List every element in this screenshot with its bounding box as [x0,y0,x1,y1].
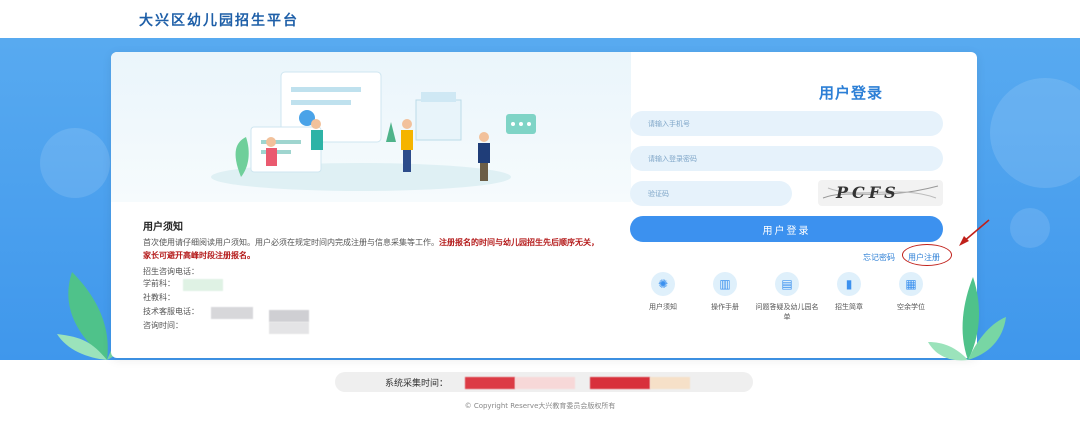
annotation-arrow-icon [959,219,990,246]
bookmark-icon: ▮ [837,272,861,296]
notice-text-normal: 首次使用请仔细阅读用户须知。用户必须在规定时间内完成注册与信息采集等工作。 [143,238,439,247]
decor-bubble [1010,208,1050,248]
contact-line: 社教科： [143,293,175,302]
notice-text: 首次使用请仔细阅读用户须知。用户必须在规定时间内完成注册与信息采集等工作。注册报… [143,236,601,262]
redacted-block [515,377,575,389]
collect-time-label: 系统采集时间： [385,379,449,389]
quick-link-brochure[interactable]: ▮ 招生简章 [817,272,881,312]
redacted-block [183,279,223,291]
forgot-password-link[interactable]: 忘记密码 [863,252,895,263]
quick-link-label: 招生简章 [835,303,863,311]
quick-link-faq[interactable]: ▤ 问题答疑及幼儿园名单 [755,272,819,322]
hero-illustration [111,52,631,202]
quick-link-manual[interactable]: ▥ 操作手册 [693,272,757,312]
document-icon: ▤ [775,272,799,296]
people-illustration [211,71,536,191]
contact-line: 咨询时间： [143,321,183,330]
password-input[interactable] [630,146,943,171]
redacted-block [650,377,690,389]
top-bar: 大兴区幼儿园招生平台 [0,0,1080,38]
contact-heading: 招生咨询电话： [143,267,199,276]
decor-bubble [990,78,1080,188]
site-title: 大兴区幼儿园招生平台 [139,13,299,29]
redacted-block [465,377,515,389]
quick-link-label: 问题答疑及幼儿园名单 [755,303,819,321]
book-icon: ▥ [713,272,737,296]
redacted-block [269,322,309,334]
plant-decoration-right [928,277,1006,361]
copyright-text: © Copyright Reserve大兴教育委员会版权所有 [464,402,616,410]
phone-input[interactable] [630,111,943,136]
notice-title: 用户须知 [143,222,183,233]
captcha-text: PCFS [836,183,900,202]
contact-line: 技术客服电话： [143,307,199,316]
contact-line: 学前科： [143,279,175,288]
lightbulb-icon: ✺ [651,272,675,296]
redacted-block [590,377,650,389]
quick-link-label: 用户须知 [649,303,677,311]
captcha-image[interactable]: PCFS [818,180,943,206]
login-title: 用户登录 [818,84,883,102]
captcha-input[interactable] [630,181,792,206]
redacted-block [211,307,253,319]
redacted-block [269,310,309,322]
quick-link-label: 操作手册 [711,303,739,311]
annotation-circle [902,244,952,266]
quick-link-user-notice[interactable]: ✺ 用户须知 [631,272,695,312]
main-card: 用户须知 首次使用请仔细阅读用户须知。用户必须在规定时间内完成注册与信息采集等工… [111,52,977,358]
login-button[interactable]: 用户登录 [630,216,943,242]
decor-bubble [40,128,110,198]
